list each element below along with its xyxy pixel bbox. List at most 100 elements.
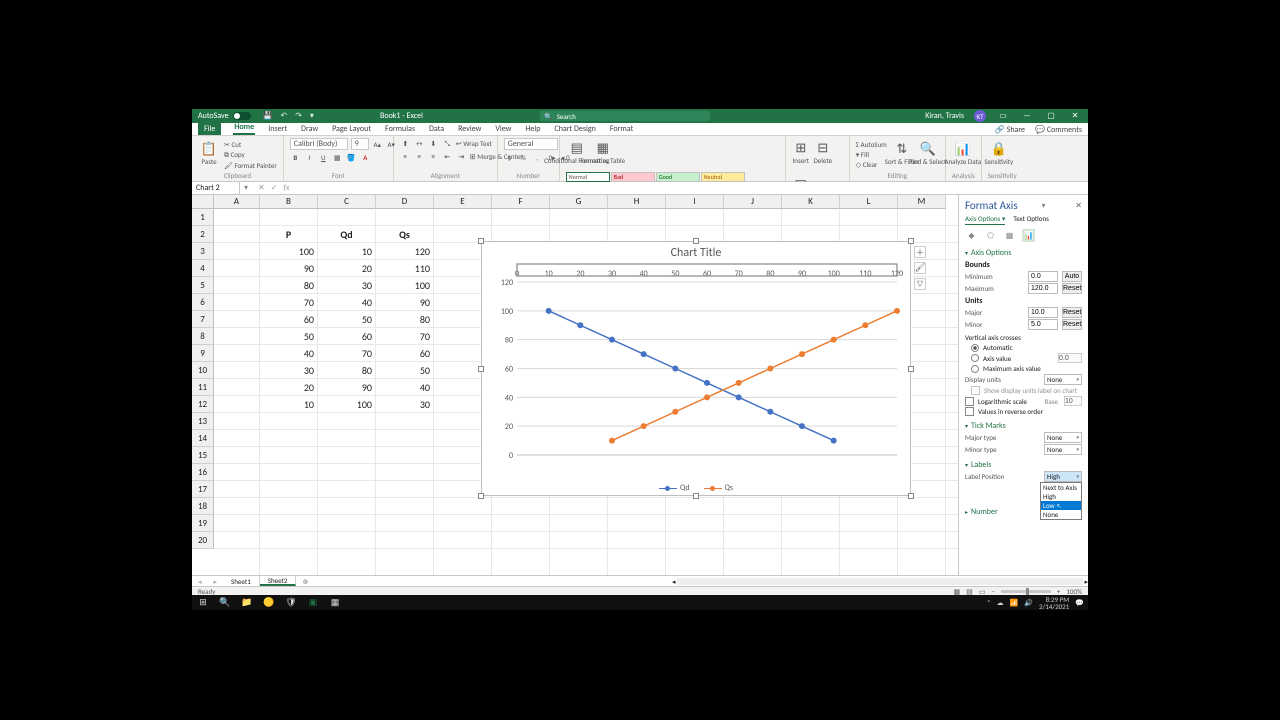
toggle-off-icon[interactable] — [233, 112, 251, 120]
start-icon[interactable]: ⊞ — [196, 597, 210, 609]
effects-icon[interactable]: ⬠ — [984, 229, 997, 242]
col-header-A[interactable]: A — [214, 195, 260, 209]
tray-wifi-icon[interactable]: 📶 — [1010, 598, 1019, 607]
name-box[interactable]: Chart 2 — [192, 182, 240, 194]
accounting-icon[interactable]: $ — [504, 152, 515, 163]
horizontal-scrollbar[interactable]: ◂▸ — [672, 577, 1088, 585]
cell-B7[interactable]: 60 — [260, 311, 318, 328]
user-name[interactable]: Kiran, Travis — [925, 111, 964, 121]
section-axis-options[interactable]: Axis Options — [965, 248, 1082, 258]
pane-tab-text-options[interactable]: Text Options — [1013, 214, 1048, 225]
font-color-icon[interactable]: A — [360, 152, 371, 163]
name-box-dropdown-icon[interactable]: ▾ — [240, 183, 252, 193]
cell-C12[interactable]: 100 — [318, 396, 376, 413]
analyze-data-button[interactable]: 📊Analyze Data — [952, 140, 974, 170]
embedded-chart[interactable]: ＋ 🖌 ▽ Chart Title 0204060801001200102030… — [481, 241, 911, 496]
cell-B9[interactable]: 40 — [260, 345, 318, 362]
minor-reset-button[interactable]: Reset — [1062, 319, 1082, 330]
tab-draw[interactable]: Draw — [300, 124, 319, 135]
indent-increase-icon[interactable]: ⇥ — [456, 151, 467, 162]
handle-sw[interactable] — [478, 493, 484, 499]
cell-D7[interactable]: 80 — [376, 311, 434, 328]
axis-major-input[interactable] — [1028, 307, 1058, 318]
section-labels[interactable]: Labels — [965, 460, 1082, 470]
cell-C11[interactable]: 90 — [318, 379, 376, 396]
tray-chevron-icon[interactable]: ˄ — [987, 598, 991, 607]
number-format-select[interactable]: General — [504, 138, 558, 150]
col-header-D[interactable]: D — [376, 195, 434, 209]
handle-s[interactable] — [693, 493, 699, 499]
share-button[interactable]: 🔗 Share — [995, 125, 1025, 135]
row-header-17[interactable]: 17 — [192, 481, 214, 498]
col-header-H[interactable]: H — [608, 195, 666, 209]
tab-file[interactable]: File — [198, 123, 221, 135]
maximize-icon[interactable]: ▢ — [1044, 111, 1058, 121]
axis-min-input[interactable] — [1028, 271, 1058, 282]
style-bad[interactable]: Bad — [611, 172, 655, 182]
row-header-16[interactable]: 16 — [192, 464, 214, 481]
col-header-I[interactable]: I — [666, 195, 724, 209]
chk-reverse-order[interactable]: Values in reverse order — [965, 407, 1082, 416]
axis-max-input[interactable] — [1028, 283, 1058, 294]
close-window-icon[interactable]: ✕ — [1068, 111, 1082, 121]
find-select-button[interactable]: 🔍Find & Select — [917, 140, 939, 170]
col-header-G[interactable]: G — [550, 195, 608, 209]
cut-button[interactable]: ✂ Cut — [224, 140, 277, 149]
cell-B11[interactable]: 20 — [260, 379, 318, 396]
search-box[interactable]: 🔍 Search — [540, 111, 710, 121]
row-header-3[interactable]: 3 — [192, 243, 214, 260]
align-left-icon[interactable]: ≡ — [400, 151, 411, 162]
row-header-10[interactable]: 10 — [192, 362, 214, 379]
cell-C10[interactable]: 80 — [318, 362, 376, 379]
italic-icon[interactable]: I — [304, 152, 315, 163]
chart-styles-button[interactable]: 🖌 — [914, 262, 926, 274]
indent-decrease-icon[interactable]: ⇤ — [442, 151, 453, 162]
chrome-icon[interactable]: 🟡 — [262, 597, 276, 609]
wrap-text-button[interactable]: ↩ Wrap Text — [456, 139, 492, 148]
style-good[interactable]: Good — [656, 172, 700, 182]
handle-n[interactable] — [693, 238, 699, 244]
align-bottom-icon[interactable]: ⬇ — [428, 138, 439, 149]
col-header-J[interactable]: J — [724, 195, 782, 209]
col-header-M[interactable]: M — [898, 195, 946, 209]
border-icon[interactable]: ▦ — [332, 152, 343, 163]
fill-color-icon[interactable]: 🪣 — [346, 152, 357, 163]
row-header-20[interactable]: 20 — [192, 532, 214, 549]
cell-B4[interactable]: 90 — [260, 260, 318, 277]
chart-legend[interactable]: Qd Qs — [482, 483, 910, 493]
ribbon-mode-icon[interactable]: ▭ — [996, 111, 1010, 121]
user-avatar-icon[interactable]: KT — [974, 110, 986, 122]
windows-taskbar[interactable]: ⊞ 🔍 📁 🟡 🛡 ▣ ▦ ˄ ☁ 📶 🔊 8:29 PM 2/14/2021 … — [192, 595, 1088, 610]
tab-home[interactable]: Home — [233, 122, 255, 135]
section-tick-marks[interactable]: Tick Marks — [965, 421, 1082, 431]
label-option-next-to-axis[interactable]: Next to Axis — [1041, 483, 1081, 492]
cell-D5[interactable]: 100 — [376, 277, 434, 294]
undo-icon[interactable] — [281, 111, 288, 121]
handle-se[interactable] — [908, 493, 914, 499]
cell-B8[interactable]: 50 — [260, 328, 318, 345]
style-normal[interactable]: Normal — [566, 172, 610, 182]
chk-log-scale[interactable]: Logarithmic scaleBase — [965, 396, 1082, 406]
handle-ne[interactable] — [908, 238, 914, 244]
cell-D4[interactable]: 110 — [376, 260, 434, 277]
font-name-select[interactable]: Calibri (Body) — [290, 138, 348, 150]
zoom-slider[interactable] — [1001, 590, 1051, 593]
autosave-toggle[interactable]: AutoSave — [192, 111, 257, 121]
major-reset-button[interactable]: Reset — [1062, 307, 1082, 318]
handle-nw[interactable] — [478, 238, 484, 244]
sheet-area[interactable]: ABCDEFGHIJKLM 12345678910111213141516171… — [192, 195, 958, 575]
row-header-9[interactable]: 9 — [192, 345, 214, 362]
row-header-18[interactable]: 18 — [192, 498, 214, 515]
percent-icon[interactable]: % — [518, 152, 529, 163]
cell-C8[interactable]: 60 — [318, 328, 376, 345]
tray-cloud-icon[interactable]: ☁ — [997, 598, 1004, 607]
sheet-tab-sheet1[interactable]: Sheet1 — [223, 576, 260, 586]
row-header-7[interactable]: 7 — [192, 311, 214, 328]
bold-icon[interactable]: B — [290, 152, 301, 163]
sheet-nav-next-icon[interactable]: ▸ — [208, 577, 224, 586]
label-option-high[interactable]: High — [1041, 492, 1081, 501]
insert-cells-button[interactable]: ⊞Insert — [792, 138, 810, 168]
col-header-F[interactable]: F — [492, 195, 550, 209]
paste-button[interactable]: 📋Paste — [198, 140, 220, 170]
cell-C9[interactable]: 70 — [318, 345, 376, 362]
